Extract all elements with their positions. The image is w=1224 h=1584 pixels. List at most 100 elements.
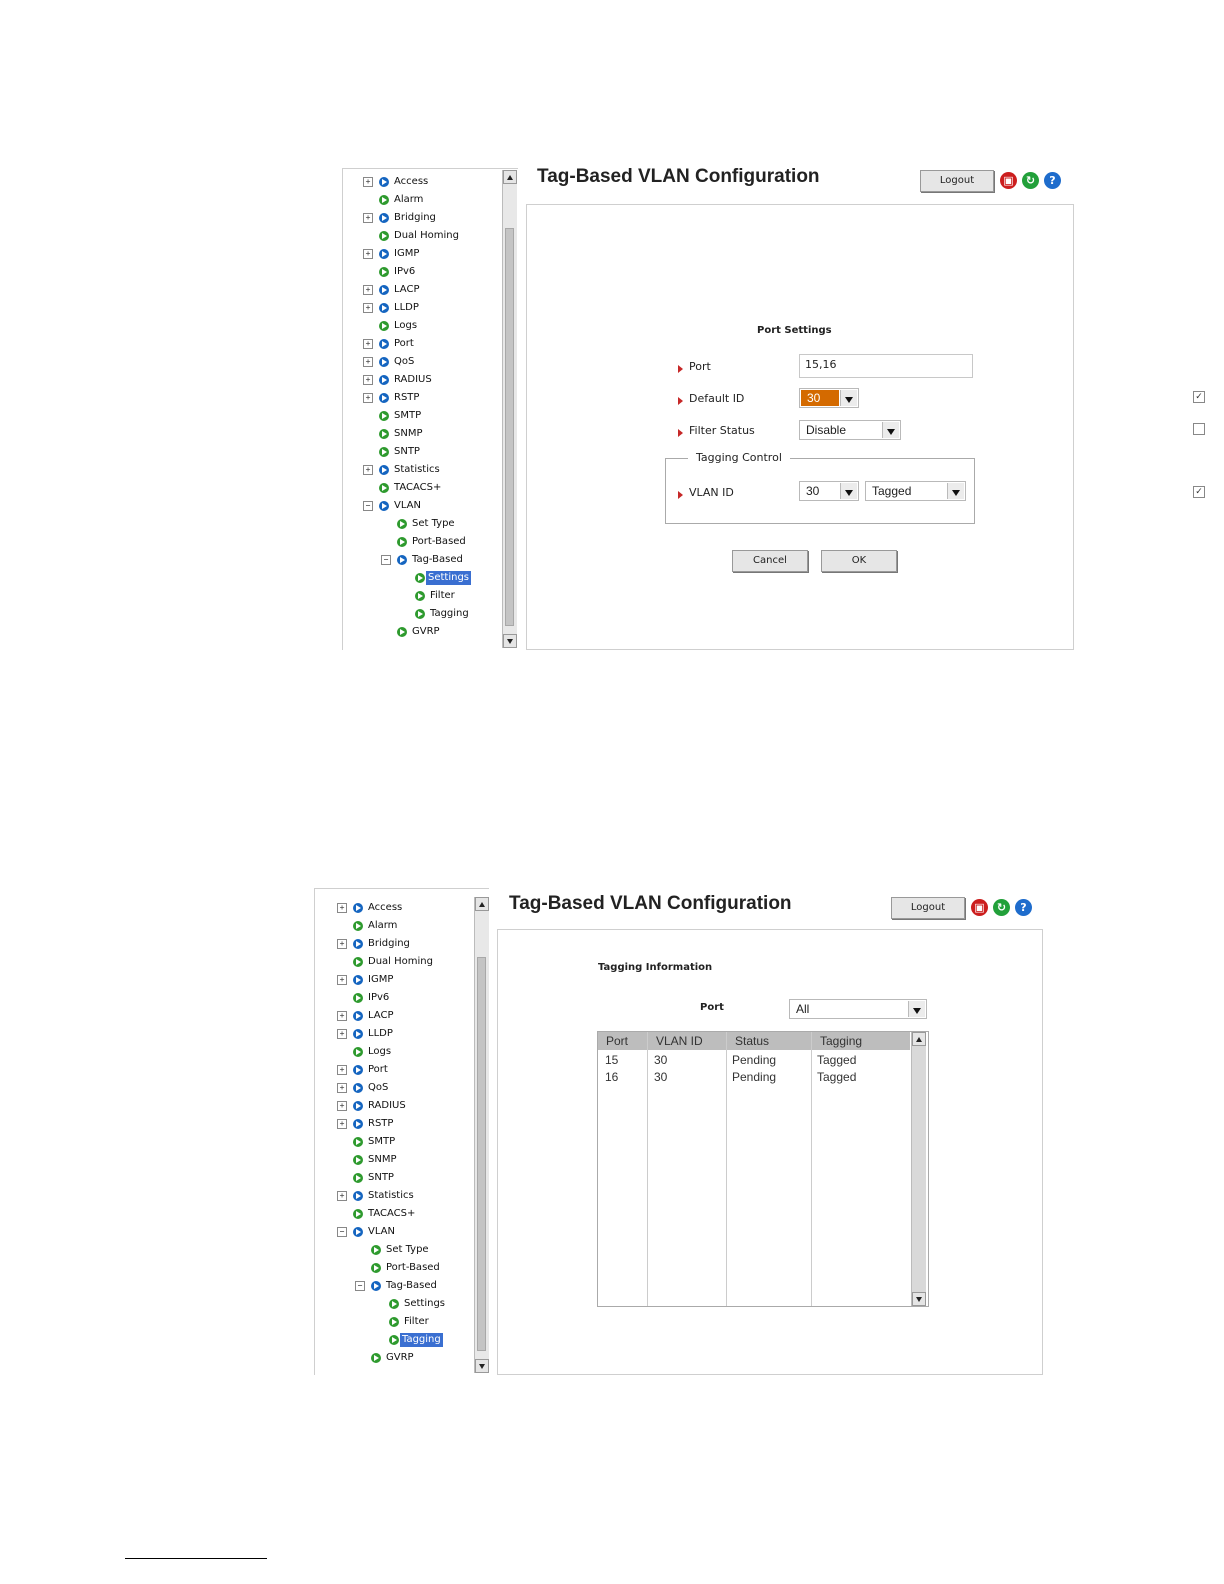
column-header-tagging[interactable]: Tagging xyxy=(812,1032,910,1050)
expand-icon[interactable]: + xyxy=(337,903,347,913)
nav-label: Access xyxy=(394,176,429,187)
filter-status-select[interactable]: Disable xyxy=(799,420,901,440)
default-id-select[interactable]: 30 xyxy=(799,388,859,408)
nav-label: Port xyxy=(368,1064,388,1075)
logout-button[interactable]: Logout xyxy=(891,897,965,919)
collapse-icon[interactable]: − xyxy=(355,1281,365,1291)
chevron-down-icon[interactable] xyxy=(882,422,899,438)
save-icon[interactable]: ▣ xyxy=(1000,172,1017,189)
port-input[interactable]: 15,16 xyxy=(799,354,973,378)
chevron-down-icon[interactable] xyxy=(840,390,857,406)
nav-label: GVRP xyxy=(386,1352,414,1363)
filter-status-checkbox[interactable] xyxy=(1193,423,1205,435)
expand-icon[interactable]: + xyxy=(363,213,373,223)
nav-bullet-icon xyxy=(415,573,425,583)
refresh-icon[interactable]: ↻ xyxy=(993,899,1010,916)
column-divider xyxy=(726,1032,727,1306)
nav-label: LACP xyxy=(368,1010,394,1021)
expand-icon[interactable]: + xyxy=(337,1083,347,1093)
page-title: Tag-Based VLAN Configuration xyxy=(537,166,820,187)
scroll-down-button[interactable] xyxy=(475,1359,489,1373)
nav-label: Alarm xyxy=(368,920,398,931)
logout-button[interactable]: Logout xyxy=(920,170,994,192)
scroll-up-button[interactable] xyxy=(475,897,489,911)
expand-icon[interactable]: + xyxy=(337,1191,347,1201)
cell-tagging: Tagged xyxy=(817,1053,857,1067)
cell-status: Pending xyxy=(732,1053,777,1067)
nav-label: IPv6 xyxy=(394,266,416,277)
expand-icon[interactable]: + xyxy=(337,1119,347,1129)
expand-icon[interactable]: + xyxy=(363,285,373,295)
table-scrollbar[interactable] xyxy=(911,1032,926,1306)
nav-bullet-icon xyxy=(353,1173,363,1183)
expand-icon[interactable]: + xyxy=(337,975,347,985)
scroll-down-button[interactable] xyxy=(503,634,517,648)
default-id-checkbox[interactable]: ✓ xyxy=(1193,391,1205,403)
nav-label: Filter xyxy=(430,590,455,601)
column-header-vlan-id[interactable]: VLAN ID xyxy=(648,1032,726,1050)
nav-bullet-icon xyxy=(353,1191,363,1201)
expand-icon[interactable]: + xyxy=(337,1065,347,1075)
column-header-status[interactable]: Status xyxy=(727,1032,811,1050)
nav-bullet-icon xyxy=(379,321,389,331)
chevron-down-icon[interactable] xyxy=(908,1001,925,1017)
expand-icon[interactable]: + xyxy=(363,303,373,313)
nav-bullet-icon xyxy=(379,429,389,439)
nav-bullet-icon xyxy=(371,1263,381,1273)
expand-icon[interactable]: + xyxy=(363,357,373,367)
nav-bullet-icon xyxy=(389,1299,399,1309)
nav-bullet-icon xyxy=(353,1083,363,1093)
scroll-up-button[interactable] xyxy=(503,170,517,184)
nav-bullet-icon xyxy=(353,1119,363,1129)
nav-label: Logs xyxy=(394,320,418,331)
expand-icon[interactable]: + xyxy=(337,1011,347,1021)
expand-icon[interactable]: + xyxy=(363,375,373,385)
column-header-port[interactable]: Port xyxy=(598,1032,647,1050)
port-filter-select[interactable]: All xyxy=(789,999,927,1019)
vlan-id-select[interactable]: 30 xyxy=(799,481,859,501)
expand-icon[interactable]: + xyxy=(363,465,373,475)
collapse-icon[interactable]: − xyxy=(381,555,391,565)
expand-icon[interactable]: + xyxy=(363,339,373,349)
collapse-icon[interactable]: − xyxy=(363,501,373,511)
tagging-select[interactable]: Tagged xyxy=(865,481,966,501)
nav-label: IPv6 xyxy=(368,992,390,1003)
collapse-icon[interactable]: − xyxy=(337,1227,347,1237)
refresh-icon[interactable]: ↻ xyxy=(1022,172,1039,189)
vlan-id-checkbox[interactable]: ✓ xyxy=(1193,486,1205,498)
scroll-thumb[interactable] xyxy=(505,228,514,626)
nav-bullet-icon xyxy=(397,627,407,637)
chevron-down-icon[interactable] xyxy=(947,483,964,499)
ok-button[interactable]: OK xyxy=(821,550,897,572)
screenshot-port-settings: + Access Alarm + Bridging Dual Homing + IGM… xyxy=(330,160,1205,650)
nav-label: Logs xyxy=(368,1046,392,1057)
expand-icon[interactable]: + xyxy=(337,1029,347,1039)
page-title: Tag-Based VLAN Configuration xyxy=(509,893,792,914)
nav-label: Settings xyxy=(404,1298,446,1309)
cancel-button[interactable]: Cancel xyxy=(732,550,808,572)
scroll-down-button[interactable] xyxy=(912,1292,926,1306)
help-icon[interactable]: ? xyxy=(1015,899,1032,916)
nav-bullet-icon xyxy=(371,1281,381,1291)
section-title: Port Settings xyxy=(757,325,832,336)
content-panel: Port Settings Port 15,16 Default ID 30 ✓… xyxy=(526,204,1205,650)
default-id-label: Default ID xyxy=(689,392,745,405)
sidebar: + Access Alarm + Bridging Dual Homing + IGM… xyxy=(314,888,489,1375)
scroll-up-button[interactable] xyxy=(912,1032,926,1046)
expand-icon[interactable]: + xyxy=(363,393,373,403)
cell-tagging: Tagged xyxy=(817,1070,857,1084)
nav-label: VLAN xyxy=(394,500,421,511)
scroll-thumb[interactable] xyxy=(477,957,486,1351)
expand-icon[interactable]: + xyxy=(337,1101,347,1111)
nav-label: Statistics xyxy=(394,464,440,475)
nav-bullet-icon xyxy=(379,339,389,349)
expand-icon[interactable]: + xyxy=(363,249,373,259)
expand-icon[interactable]: + xyxy=(337,939,347,949)
chevron-down-icon[interactable] xyxy=(840,483,857,499)
sidebar-scrollbar[interactable] xyxy=(474,897,489,1373)
save-icon[interactable]: ▣ xyxy=(971,899,988,916)
nav-label: RADIUS xyxy=(394,374,432,385)
sidebar-scrollbar[interactable] xyxy=(502,170,517,648)
help-icon[interactable]: ? xyxy=(1044,172,1061,189)
expand-icon[interactable]: + xyxy=(363,177,373,187)
